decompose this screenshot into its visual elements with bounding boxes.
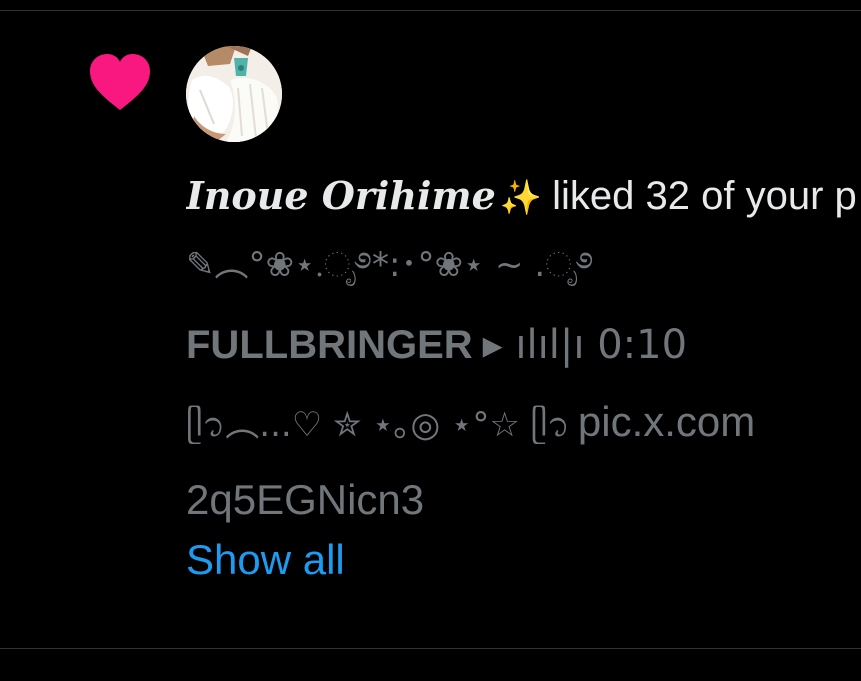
post-media-link[interactable]: pic.x.com [578,398,755,445]
top-divider [0,10,861,11]
avatar[interactable] [186,46,282,142]
heart-icon [90,54,150,110]
show-all-link[interactable]: Show all [186,532,861,588]
notification-content[interactable]: Inoue Orihime ✨ liked 32 of your p ✎︵°❀⋆.ೃ… [186,164,861,588]
post-preview-line: ✎︵°❀⋆.ೃ࿔*:･°❀⋆ ~ .ೃ࿔ [186,245,594,285]
sparkles-icon: ✨ [499,178,543,218]
post-title: FULLBRINGER [186,323,473,367]
post-decoration: ᥫ᭡︵...♡ ✮ ⋆｡◎ ⋆°☆ ᥫ᭡ [186,405,570,445]
actor-name[interactable]: Inoue Orihime [186,173,496,218]
avatar-image [186,46,282,142]
post-preview-line: ᥫ᭡︵...♡ ✮ ⋆｡◎ ⋆°☆ ᥫ᭡ pic.x.com [186,392,861,476]
post-audio-info: ▸ ılıl|ı 0:10 [482,322,688,368]
notification-summary: Inoue Orihime ✨ liked 32 of your p [186,164,861,234]
post-preview-line: FULLBRINGER ▸ ılıl|ı 0:10 [186,312,861,392]
action-text: liked 32 of your p [552,174,857,218]
post-preview-line: 2q5EGNicn3 [186,476,425,523]
bottom-divider [0,648,861,649]
